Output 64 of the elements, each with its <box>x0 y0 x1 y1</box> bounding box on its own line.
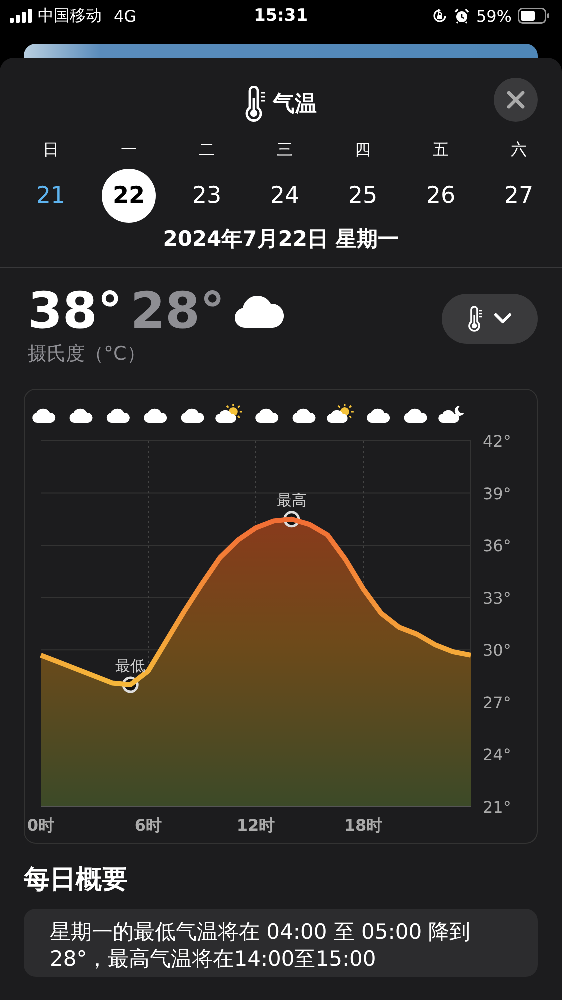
chevron-down-icon <box>494 313 512 325</box>
alarm-icon <box>454 8 470 24</box>
extreme-point <box>284 511 300 528</box>
moon-cloud-icon <box>438 406 464 423</box>
y-axis-label: 36° <box>483 536 512 556</box>
weekday-label: 四 <box>354 140 372 161</box>
cloud-icon <box>404 408 428 423</box>
high-temperature: 38° <box>28 284 123 339</box>
cloud-icon <box>106 408 130 423</box>
date-button[interactable]: 21 <box>24 169 78 223</box>
y-axis-label: 39° <box>483 484 512 504</box>
y-axis-label: 33° <box>483 588 512 608</box>
sheet-title: 气温 <box>273 91 317 119</box>
battery-percent: 59% <box>476 6 512 26</box>
battery-icon <box>518 8 550 24</box>
cloud-icon <box>181 408 204 423</box>
date-button[interactable]: 22 <box>102 169 156 223</box>
carrier-name: 中国移动 <box>38 6 102 26</box>
weekday-label: 日 <box>42 140 60 161</box>
cloud-icon <box>233 294 286 328</box>
status-time: 15:31 <box>254 6 308 26</box>
cloud-icon <box>367 408 390 423</box>
y-axis-label: 30° <box>483 641 512 660</box>
rotation-lock-icon <box>432 8 448 24</box>
cloud-icon <box>70 408 93 423</box>
date-button[interactable]: 26 <box>414 169 468 223</box>
x-axis-label: 0时 <box>27 816 55 835</box>
y-axis-label: 27° <box>483 693 512 712</box>
weekday-label: 二 <box>198 140 216 161</box>
y-axis-label: 24° <box>483 746 512 765</box>
signal-icon <box>10 9 32 23</box>
point-label: 最高 <box>276 491 307 510</box>
selected-date: 2024年7月22日 星期一 <box>162 226 400 253</box>
sun-cloud-icon <box>327 403 355 423</box>
date-button[interactable]: 27 <box>492 169 546 223</box>
y-axis-label: 21° <box>483 798 512 817</box>
cloud-icon <box>256 408 279 423</box>
date-button[interactable]: 25 <box>336 169 390 223</box>
weekday-label: 一 <box>120 140 138 161</box>
metric-dropdown[interactable] <box>442 294 538 344</box>
cloud-icon <box>292 408 316 423</box>
unit-label: 摄氏度（°C） <box>28 342 147 367</box>
section-heading: 每日概要 <box>23 864 129 897</box>
point-label: 最低 <box>116 657 146 675</box>
weekday-label: 三 <box>276 140 294 161</box>
x-axis-label: 12时 <box>236 816 276 835</box>
summary-text: 星期一的最低气温将在 04:00 至 05:00 降到28°，最高气温将在14:00至15:00 <box>50 919 472 973</box>
date-button[interactable]: 24 <box>258 169 312 223</box>
weekday-label: 六 <box>510 140 528 161</box>
close-button[interactable] <box>494 78 538 122</box>
thermometer-icon <box>245 86 267 122</box>
cloud-icon <box>32 408 56 423</box>
date-button[interactable]: 23 <box>180 169 234 223</box>
x-axis-label: 18时 <box>344 816 383 835</box>
network-type: 4G <box>114 6 137 26</box>
thermometer-icon <box>468 306 484 332</box>
extreme-point <box>122 676 139 694</box>
y-axis-label: 42° <box>483 432 512 451</box>
cloud-icon <box>144 408 168 423</box>
x-axis-label: 6时 <box>134 816 162 835</box>
low-temperature: 28° <box>130 284 226 339</box>
weekday-label: 五 <box>432 140 450 161</box>
close-icon <box>507 91 525 109</box>
sun-cloud-icon <box>216 403 244 423</box>
